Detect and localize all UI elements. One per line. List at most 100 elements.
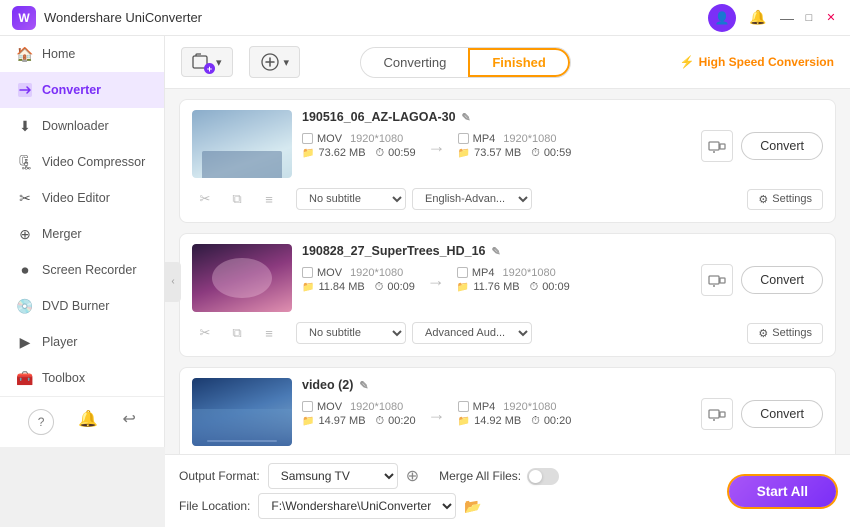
title-bar: W Wondershare UniConverter 👤 🔔 — □ ✕: [0, 0, 850, 36]
app-logo: W: [12, 6, 36, 30]
bolt-icon: ⚡: [680, 55, 695, 69]
sidebar: 🏠 Home Converter ⬇ Downloader 🗜 Video Co…: [0, 36, 165, 447]
compressor-icon: 🗜: [16, 153, 34, 171]
list-icon-1[interactable]: ≡: [256, 186, 282, 212]
file-top-3: video (2) ✎ MOV1920*1080 📁14.97 MB⏱00:20…: [192, 378, 823, 446]
add-more-button[interactable]: ▾: [249, 46, 301, 78]
maximize-button[interactable]: □: [802, 11, 816, 25]
tab-finished[interactable]: Finished: [468, 48, 569, 77]
file-thumb-2: [192, 244, 292, 312]
copy-icon-1[interactable]: ⧉: [224, 186, 250, 212]
audio-select-1[interactable]: English-Advan...: [412, 188, 532, 210]
scissors-icon-2[interactable]: ✂: [192, 320, 218, 346]
file-thumb-3: [192, 378, 292, 446]
sidebar-item-player[interactable]: ▶ Player: [0, 324, 164, 360]
sidebar-collapse-button[interactable]: ‹: [165, 262, 181, 302]
file-actions-row-1: ✂ ⧉ ≡ No subtitle English-Advan... ⚙ Set…: [192, 186, 823, 212]
settings-gear-icon-1: ⚙: [758, 193, 768, 206]
edit-name-icon-2[interactable]: ✎: [491, 245, 500, 258]
convert-button-3[interactable]: Convert: [741, 400, 823, 428]
bell-icon[interactable]: 🔔: [744, 4, 772, 32]
sidebar-item-downloader[interactable]: ⬇ Downloader: [0, 108, 164, 144]
add-files-button[interactable]: + ▾: [181, 47, 233, 77]
user-icon[interactable]: 👤: [708, 4, 736, 32]
bottom-bar: Output Format: Samsung TV ⊕ Merge All Fi…: [165, 454, 850, 527]
source-format-3: MOV1920*1080 📁14.97 MB⏱00:20: [302, 401, 416, 428]
copy-icon-2[interactable]: ⧉: [224, 320, 250, 346]
output-format-icon[interactable]: ⊕: [406, 466, 419, 486]
file-actions-row-2: ✂ ⧉ ≡ No subtitle Advanced Aud... ⚙ Sett…: [192, 320, 823, 346]
feedback-icon[interactable]: ↩: [122, 409, 135, 435]
list-icon-2[interactable]: ≡: [256, 320, 282, 346]
file-card-2: 190828_27_SuperTrees_HD_16 ✎ MOV1920*108…: [179, 233, 836, 357]
sidebar-item-dvd-burner[interactable]: 💿 DVD Burner: [0, 288, 164, 324]
arrow-right-3: →: [416, 404, 458, 425]
file-location-label: File Location:: [179, 499, 250, 513]
converter-icon: [16, 81, 34, 99]
scissors-icon-1[interactable]: ✂: [192, 186, 218, 212]
file-info-2: 190828_27_SuperTrees_HD_16 ✎ MOV1920*108…: [302, 244, 823, 296]
device-select-1[interactable]: [701, 130, 733, 162]
convert-button-1[interactable]: Convert: [741, 132, 823, 160]
downloader-icon: ⬇: [16, 117, 34, 135]
arrow-right-1: →: [416, 136, 458, 157]
settings-button-2[interactable]: ⚙ Settings: [747, 323, 823, 344]
help-icon[interactable]: ?: [28, 409, 54, 435]
high-speed-conversion[interactable]: ⚡ High Speed Conversion: [680, 55, 834, 69]
notification-icon[interactable]: 🔔: [78, 409, 98, 435]
sidebar-item-toolbox[interactable]: 🧰 Toolbox: [0, 360, 164, 396]
folder-open-icon[interactable]: 📂: [464, 498, 481, 515]
tab-converting[interactable]: Converting: [361, 48, 468, 77]
minimize-button[interactable]: —: [780, 11, 794, 25]
subtitle-select-1[interactable]: No subtitle: [296, 188, 406, 210]
content-area: + ▾ ▾ Converting Finished ⚡ High: [165, 36, 850, 527]
file-name-row-1: 190516_06_AZ-LAGOA-30 ✎: [302, 110, 823, 124]
subtitle-select-2[interactable]: No subtitle: [296, 322, 406, 344]
file-name-row-2: 190828_27_SuperTrees_HD_16 ✎: [302, 244, 823, 258]
device-select-3[interactable]: [701, 398, 733, 430]
main-layout: 🏠 Home Converter ⬇ Downloader 🗜 Video Co…: [0, 36, 850, 527]
add-files-icon: +: [192, 53, 212, 71]
device-select-2[interactable]: [701, 264, 733, 296]
bottom-left: Output Format: Samsung TV ⊕ Merge All Fi…: [179, 463, 717, 519]
dest-format-3: MP41920*1080 📁14.92 MB⏱00:20: [458, 401, 572, 428]
player-icon: ▶: [16, 333, 34, 351]
output-format-select[interactable]: Samsung TV: [268, 463, 398, 489]
file-card-1: 190516_06_AZ-LAGOA-30 ✎ MOV1920*1080 📁73…: [179, 99, 836, 223]
window-controls: 👤 🔔 — □ ✕: [708, 4, 838, 32]
toolbox-icon: 🧰: [16, 369, 34, 387]
output-format-row: Output Format: Samsung TV ⊕ Merge All Fi…: [179, 463, 717, 489]
merge-toggle-group: Merge All Files:: [439, 468, 559, 485]
sidebar-item-merger[interactable]: ⊕ Merger: [0, 216, 164, 252]
output-format-label: Output Format:: [179, 469, 260, 483]
convert-button-2[interactable]: Convert: [741, 266, 823, 294]
source-format-2: MOV1920*1080 📁11.84 MB⏱00:09: [302, 267, 415, 294]
tabs-group: Converting Finished: [360, 47, 570, 78]
sidebar-item-converter[interactable]: Converter: [0, 72, 164, 108]
file-formats-2: MOV1920*1080 📁11.84 MB⏱00:09 → MP41920*1…: [302, 264, 823, 296]
settings-button-1[interactable]: ⚙ Settings: [747, 189, 823, 210]
sidebar-item-home[interactable]: 🏠 Home: [0, 36, 164, 72]
close-button[interactable]: ✕: [824, 11, 838, 25]
arrow-right-2: →: [415, 270, 457, 291]
audio-select-2[interactable]: Advanced Aud...: [412, 322, 532, 344]
sidebar-bottom: ? 🔔 ↩: [0, 396, 164, 447]
sidebar-item-screen-recorder[interactable]: ⏺ Screen Recorder: [0, 252, 164, 288]
dest-format-1: MP41920*1080 📁73.57 MB⏱00:59: [458, 133, 572, 160]
file-location-select[interactable]: F:\Wondershare\UniConverter: [258, 493, 456, 519]
add-more-label: ▾: [284, 56, 290, 69]
sidebar-item-video-editor[interactable]: ✂ Video Editor: [0, 180, 164, 216]
dvd-icon: 💿: [16, 297, 34, 315]
file-formats-3: MOV1920*1080 📁14.97 MB⏱00:20 → MP41920*1…: [302, 398, 823, 430]
edit-name-icon-1[interactable]: ✎: [462, 111, 471, 124]
file-name-row-3: video (2) ✎: [302, 378, 823, 392]
sidebar-item-video-compressor[interactable]: 🗜 Video Compressor: [0, 144, 164, 180]
recorder-icon: ⏺: [16, 261, 34, 279]
merge-toggle-switch[interactable]: [527, 468, 559, 485]
home-icon: 🏠: [16, 45, 34, 63]
settings-gear-icon-2: ⚙: [758, 327, 768, 340]
merger-icon: ⊕: [16, 225, 34, 243]
source-format-1: MOV1920*1080 📁73.62 MB⏱00:59: [302, 133, 416, 160]
start-all-button[interactable]: Start All: [729, 476, 836, 507]
edit-name-icon-3[interactable]: ✎: [359, 379, 368, 392]
